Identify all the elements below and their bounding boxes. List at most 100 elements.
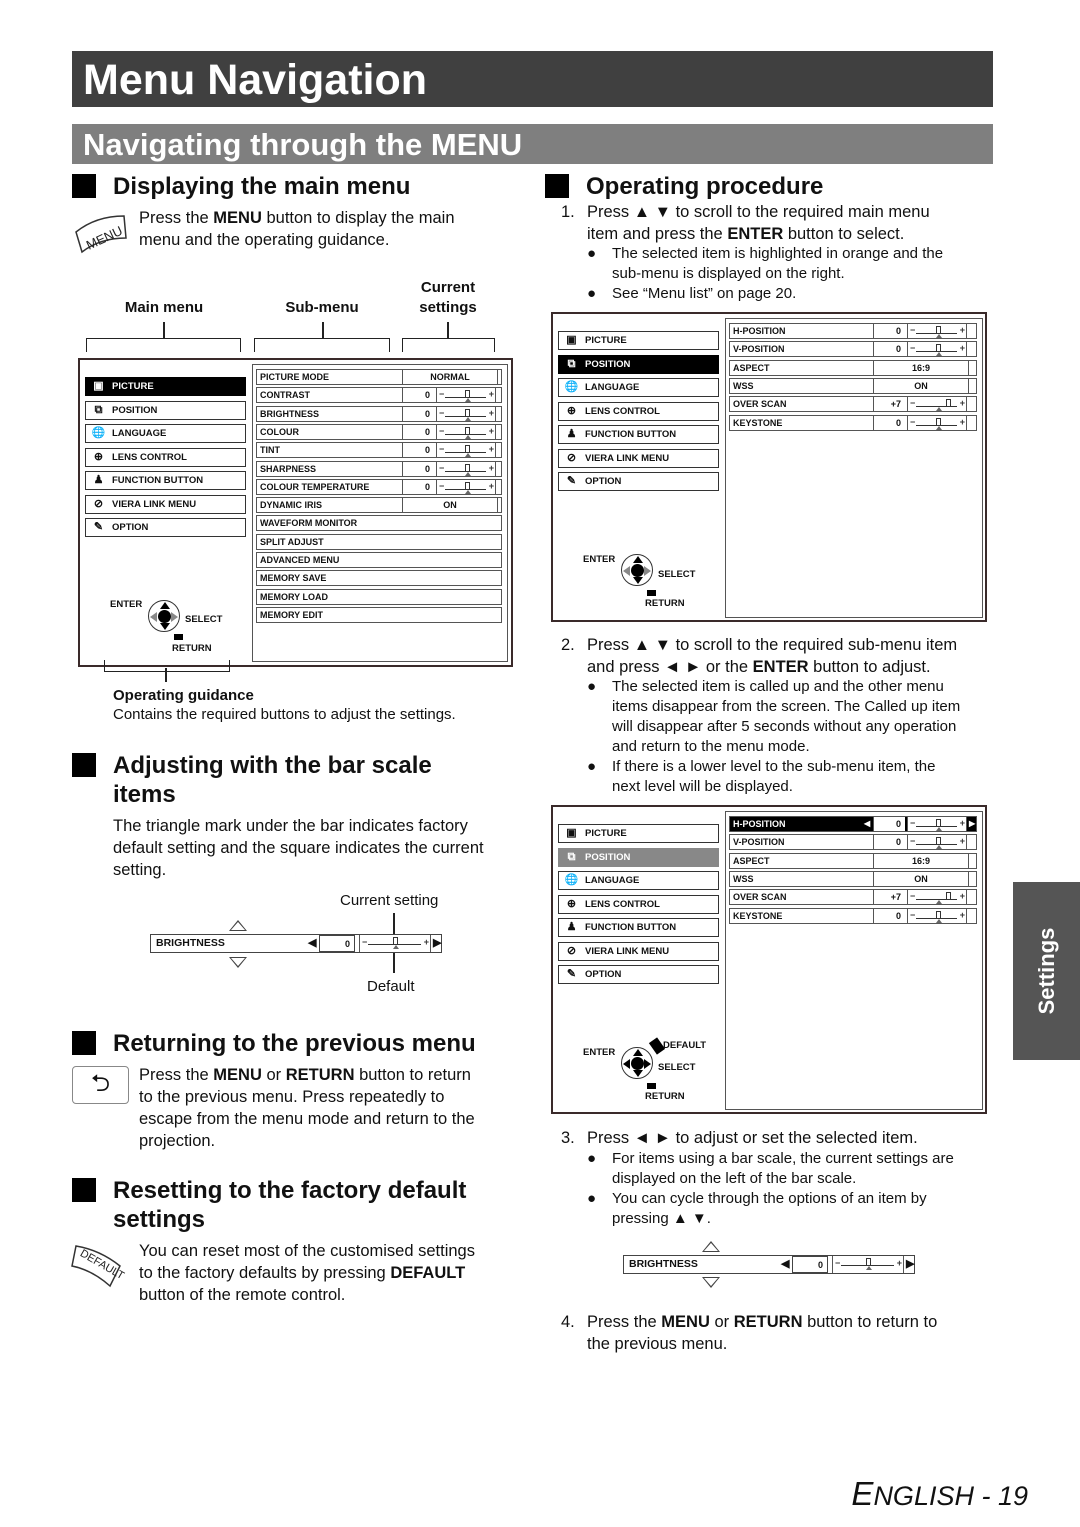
submenu-item-memory-load[interactable]: MEMORY LOAD: [256, 588, 502, 605]
submenu-value: 0: [873, 908, 905, 923]
bar-scale[interactable]: − +: [907, 890, 967, 905]
bar-scale[interactable]: − +: [436, 424, 496, 439]
current-setting-knob[interactable]: [936, 344, 941, 353]
bar-scale[interactable]: − +: [436, 461, 496, 476]
current-setting-knob[interactable]: [936, 326, 941, 334]
settings-side-tab[interactable]: Settings: [1013, 882, 1080, 1060]
current-setting-knob[interactable]: [465, 463, 470, 472]
bar-scale-track[interactable]: − +: [832, 1256, 904, 1273]
main-menu-label: OPTION: [585, 476, 622, 487]
submenu-item-sharpness[interactable]: SHARPNESS 0− +: [256, 460, 502, 477]
main-menu-item-picture[interactable]: ▣ PICTURE: [85, 377, 246, 396]
submenu-item-brightness[interactable]: BRIGHTNESS 0− +: [256, 405, 502, 422]
main-menu-item-viera-link-menu[interactable]: ⊘ VIERA LINK MENU: [85, 495, 246, 514]
main-menu-item-function-button[interactable]: ♟ FUNCTION BUTTON: [558, 425, 719, 444]
step-1: 1. Press ▲ ▼ to scroll to the required m…: [561, 203, 930, 243]
current-setting-knob[interactable]: [465, 481, 470, 490]
submenu-item-memory-save[interactable]: MEMORY SAVE: [256, 570, 502, 587]
main-menu-item-lens-control[interactable]: ⊕ LENS CONTROL: [558, 402, 719, 421]
main-menu-item-option[interactable]: ✎ OPTION: [558, 472, 719, 491]
submenu-label: MEMORY EDIT: [260, 609, 324, 620]
submenu-item-h-position[interactable]: H-POSITION 0− +: [729, 323, 977, 339]
submenu-item-v-position[interactable]: V-POSITION 0− +: [729, 834, 977, 851]
current-setting-knob[interactable]: [936, 837, 941, 846]
submenu-item-advanced-menu[interactable]: ADVANCED MENU: [256, 552, 502, 568]
current-setting-knob[interactable]: [465, 426, 470, 435]
submenu-label: SHARPNESS: [260, 463, 317, 474]
main-menu-item-option[interactable]: ✎ OPTION: [558, 965, 719, 984]
current-setting-knob[interactable]: [936, 819, 941, 827]
bar-scale-text: The triangle mark under the bar indicate…: [113, 817, 484, 879]
submenu-item-waveform-monitor[interactable]: WAVEFORM MONITOR: [256, 515, 502, 532]
main-menu-item-function-button[interactable]: ♟ FUNCTION BUTTON: [85, 471, 246, 490]
main-menu-item-viera-link-menu[interactable]: ⊘ VIERA LINK MENU: [558, 449, 719, 468]
submenu-item-h-position[interactable]: H-POSITION ◀ 0− + ▶: [729, 816, 977, 832]
osd-position-menu: ▣ PICTURE ⧉ POSITION 🌐 LANGUAGE ⊕ LENS CONTROL ♟…: [551, 312, 987, 622]
bar-scale[interactable]: − +: [907, 415, 967, 430]
viera-link-icon: ⊘: [93, 498, 104, 510]
submenu-item-keystone[interactable]: KEYSTONE 0− +: [729, 907, 977, 924]
bar-scale[interactable]: − +: [907, 342, 967, 357]
submenu-item-colour[interactable]: COLOUR 0− +: [256, 423, 502, 440]
main-menu-item-option[interactable]: ✎ OPTION: [85, 518, 246, 537]
current-setting-knob[interactable]: [936, 417, 941, 426]
bar-scale-track[interactable]: − +: [359, 935, 431, 952]
submenu-label: MEMORY LOAD: [260, 591, 329, 602]
submenu-item-aspect[interactable]: ASPECT 16:9: [729, 852, 977, 869]
return-button-icon: [647, 590, 656, 596]
bar-scale[interactable]: − +: [907, 835, 967, 850]
submenu-value: 0: [402, 388, 434, 403]
main-menu-item-lens-control[interactable]: ⊕ LENS CONTROL: [85, 448, 246, 467]
bar-scale[interactable]: − +: [907, 908, 967, 923]
main-menu-item-viera-link-menu[interactable]: ⊘ VIERA LINK MENU: [558, 942, 719, 961]
main-menu-item-language[interactable]: 🌐 LANGUAGE: [558, 871, 719, 890]
submenu-item-over-scan[interactable]: OVER SCAN +7− +: [729, 396, 977, 413]
pointer-line: [322, 322, 324, 338]
main-menu-item-position[interactable]: ⧉ POSITION: [85, 401, 246, 420]
submenu-item-wss[interactable]: WSS ON: [729, 377, 977, 394]
current-setting-knob[interactable]: [465, 408, 470, 417]
bar-scale[interactable]: − +: [907, 817, 967, 831]
submenu-item-v-position[interactable]: V-POSITION 0− +: [729, 341, 977, 358]
heading-square-icon: [545, 174, 569, 198]
viera-link-icon: ⊘: [566, 945, 577, 957]
main-menu-item-position[interactable]: ⧉ POSITION: [558, 355, 719, 374]
submenu-item-picture-mode[interactable]: PICTURE MODE NORMAL: [256, 369, 502, 385]
main-menu-item-function-button[interactable]: ♟ FUNCTION BUTTON: [558, 918, 719, 937]
bar-scale[interactable]: − +: [907, 324, 967, 338]
guide-enter: ENTER: [110, 599, 143, 610]
current-setting-knob[interactable]: [946, 399, 951, 408]
main-menu-item-lens-control[interactable]: ⊕ LENS CONTROL: [558, 895, 719, 914]
bar-scale[interactable]: − +: [436, 479, 496, 494]
bracket-guidance: [104, 660, 230, 672]
current-setting-knob[interactable]: [936, 910, 941, 919]
submenu-item-split-adjust[interactable]: SPLIT ADJUST: [256, 533, 502, 550]
submenu-item-over-scan[interactable]: OVER SCAN +7− +: [729, 889, 977, 906]
dpad-icon: [148, 600, 180, 632]
submenu-label: V-POSITION: [733, 837, 785, 848]
submenu-item-dynamic-iris[interactable]: DYNAMIC IRIS ON: [256, 497, 502, 514]
main-menu-item-picture[interactable]: ▣ PICTURE: [558, 824, 719, 843]
submenu-label: BRIGHTNESS: [260, 408, 320, 419]
submenu-item-keystone[interactable]: KEYSTONE 0− +: [729, 414, 977, 431]
bar-scale[interactable]: − +: [907, 397, 967, 412]
current-setting-knob[interactable]: [465, 445, 470, 454]
submenu-item-memory-edit[interactable]: MEMORY EDIT: [256, 606, 502, 623]
submenu-item-contrast[interactable]: CONTRAST 0− +: [256, 387, 502, 404]
current-setting-knob[interactable]: [946, 892, 951, 901]
bar-scale[interactable]: − +: [436, 388, 496, 403]
main-menu-item-language[interactable]: 🌐 LANGUAGE: [85, 424, 246, 443]
heading-displaying-main-menu: Displaying the main menu: [72, 172, 532, 202]
submenu-item-wss[interactable]: WSS ON: [729, 870, 977, 887]
submenu-item-colour-temperature[interactable]: COLOUR TEMPERATURE 0− +: [256, 478, 502, 495]
bar-scale[interactable]: − +: [436, 443, 496, 458]
main-menu-item-picture[interactable]: ▣ PICTURE: [558, 331, 719, 350]
label-current-settings: Current settings: [419, 279, 477, 316]
current-setting-knob[interactable]: [465, 390, 470, 399]
submenu-item-tint[interactable]: TINT 0− +: [256, 442, 502, 459]
main-menu-item-language[interactable]: 🌐 LANGUAGE: [558, 378, 719, 397]
bar-scale[interactable]: − +: [436, 406, 496, 421]
main-menu-item-position[interactable]: ⧉ POSITION: [558, 848, 719, 867]
submenu-item-aspect[interactable]: ASPECT 16:9: [729, 359, 977, 376]
guide-return: RETURN: [645, 1091, 685, 1102]
